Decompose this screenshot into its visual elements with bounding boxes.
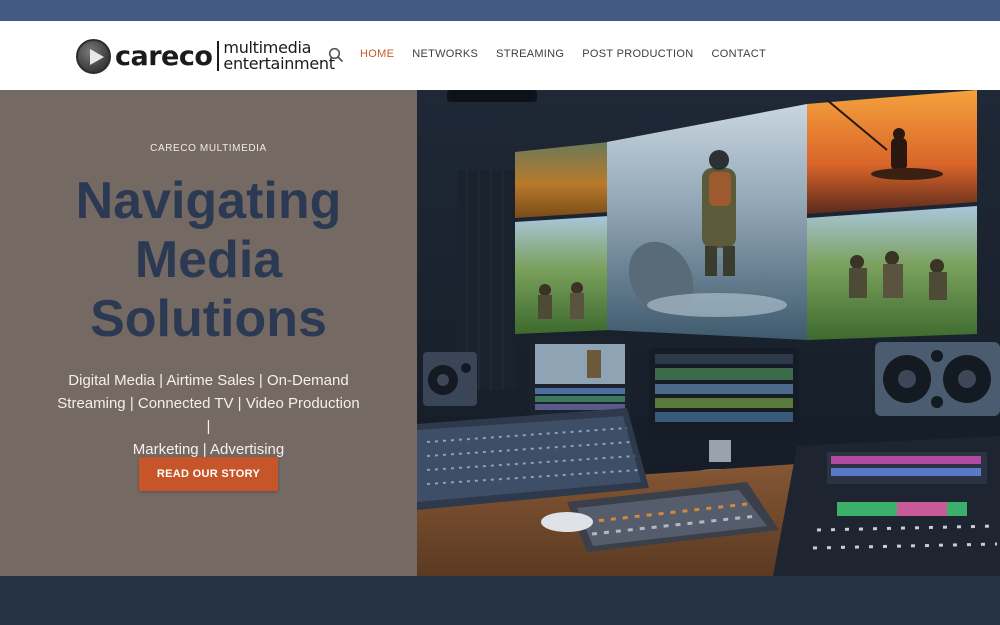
hero-title-line: Media xyxy=(134,231,283,289)
logo-divider xyxy=(217,41,220,71)
site-logo[interactable]: careco multimedia entertainment xyxy=(76,36,335,76)
nav-item-post-production[interactable]: POST PRODUCTION xyxy=(582,48,693,60)
nav-item-networks[interactable]: NETWORKS xyxy=(412,48,478,60)
hero-description: Digital Media | Airtime Sales | On-Deman… xyxy=(55,369,362,461)
hero-image xyxy=(417,90,1000,576)
next-section-band xyxy=(0,576,1000,625)
studio-illustration xyxy=(417,90,1000,576)
site-header: careco multimedia entertainment HOME NET… xyxy=(0,21,1000,90)
audio-mixer-right xyxy=(773,436,1000,576)
hero-description-line: Streaming | Connected TV | Video Product… xyxy=(57,395,360,435)
hero-title-line: Navigating xyxy=(75,172,342,230)
ceiling-light xyxy=(447,90,537,102)
play-icon xyxy=(76,38,111,74)
main-nav: HOME NETWORKS STREAMING POST PRODUCTION … xyxy=(360,48,766,60)
hero-text-panel: CARECO MULTIMEDIA Navigating Media Solut… xyxy=(0,90,417,576)
read-our-story-button[interactable]: READ OUR STORY xyxy=(139,457,278,491)
logo-subtitle: multimedia entertainment xyxy=(223,40,335,73)
top-strip xyxy=(0,0,1000,21)
nav-item-streaming[interactable]: STREAMING xyxy=(496,48,564,60)
hero-title-line: Solutions xyxy=(90,290,327,348)
hero-description-line: Digital Media | Airtime Sales | On-Deman… xyxy=(68,372,349,389)
nav-item-home[interactable]: HOME xyxy=(360,48,394,60)
logo-subtitle-line2: entertainment xyxy=(223,54,335,73)
search-icon xyxy=(328,47,343,62)
mouse-shape xyxy=(541,512,593,532)
search-button[interactable] xyxy=(328,47,344,63)
right-speaker xyxy=(875,342,1000,416)
left-speaker xyxy=(423,352,477,406)
hero-eyebrow: CARECO MULTIMEDIA xyxy=(150,143,267,154)
nav-item-contact[interactable]: CONTACT xyxy=(712,48,766,60)
logo-wordmark: careco xyxy=(115,40,213,72)
hero-title: Navigating Media Solutions xyxy=(0,172,417,349)
